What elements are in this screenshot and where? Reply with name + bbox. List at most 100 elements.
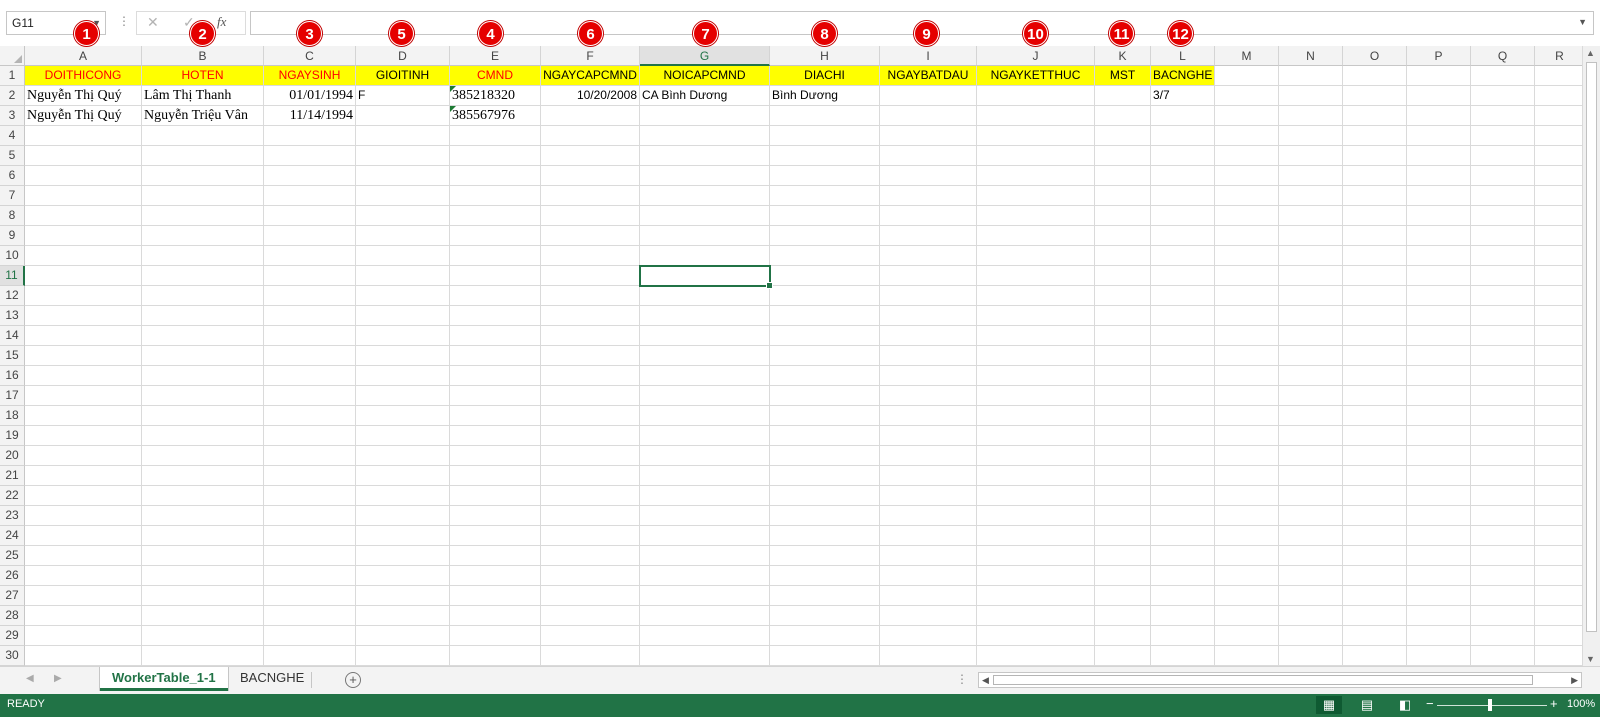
grid-cell[interactable] bbox=[142, 206, 264, 226]
grid-cell[interactable] bbox=[1407, 126, 1471, 146]
grid-cell[interactable] bbox=[640, 526, 770, 546]
grid-cell[interactable] bbox=[1215, 466, 1279, 486]
grid-cell[interactable] bbox=[977, 246, 1095, 266]
grid-cell[interactable] bbox=[640, 646, 770, 666]
grid-cell[interactable] bbox=[1343, 106, 1407, 126]
grid-cell[interactable] bbox=[1471, 426, 1535, 446]
grid-cell[interactable] bbox=[1535, 646, 1582, 666]
grid-cell[interactable] bbox=[1535, 66, 1582, 86]
grid-cell[interactable] bbox=[1151, 126, 1215, 146]
grid-cell[interactable] bbox=[1407, 366, 1471, 386]
grid-cell[interactable] bbox=[450, 406, 541, 426]
grid-cell[interactable] bbox=[25, 566, 142, 586]
grid-cell[interactable] bbox=[1151, 306, 1215, 326]
grid-cell[interactable] bbox=[1407, 486, 1471, 506]
grid-cell[interactable] bbox=[1095, 286, 1151, 306]
grid-cell[interactable] bbox=[1471, 606, 1535, 626]
grid-cell[interactable] bbox=[356, 126, 450, 146]
grid-cell[interactable] bbox=[977, 386, 1095, 406]
grid-cell[interactable] bbox=[1535, 426, 1582, 446]
grid-cell[interactable] bbox=[1095, 606, 1151, 626]
grid-cell[interactable] bbox=[640, 106, 770, 126]
header-cell[interactable]: MST bbox=[1095, 66, 1151, 86]
grid-cell[interactable] bbox=[1471, 446, 1535, 466]
grid-cell[interactable] bbox=[770, 146, 880, 166]
grid-cell[interactable] bbox=[1279, 166, 1343, 186]
grid-cell[interactable] bbox=[880, 106, 977, 126]
grid-cell[interactable] bbox=[880, 606, 977, 626]
grid-cell[interactable] bbox=[1279, 86, 1343, 106]
grid-cell[interactable] bbox=[142, 526, 264, 546]
grid-cell[interactable] bbox=[977, 566, 1095, 586]
grid-cell[interactable] bbox=[450, 426, 541, 446]
grid-cell[interactable] bbox=[1471, 406, 1535, 426]
scroll-right-icon[interactable]: ▶ bbox=[1571, 673, 1578, 687]
zoom-level[interactable]: 100% bbox=[1567, 698, 1595, 710]
grid-cell[interactable] bbox=[1215, 246, 1279, 266]
grid-cell[interactable] bbox=[25, 426, 142, 446]
grid-cell[interactable] bbox=[640, 606, 770, 626]
grid-cell[interactable] bbox=[541, 146, 640, 166]
column-header[interactable]: F bbox=[541, 46, 640, 66]
grid-cell[interactable] bbox=[142, 626, 264, 646]
column-header[interactable]: P bbox=[1407, 46, 1471, 66]
header-cell[interactable]: NOICAPCMND bbox=[640, 66, 770, 86]
grid-cell[interactable] bbox=[1095, 326, 1151, 346]
grid-cell[interactable] bbox=[1407, 266, 1471, 286]
grid-cell[interactable] bbox=[640, 506, 770, 526]
grid-cell[interactable] bbox=[25, 186, 142, 206]
column-header[interactable]: R bbox=[1535, 46, 1582, 66]
tab-next-icon[interactable]: ▶ bbox=[54, 673, 62, 684]
grid-cell[interactable] bbox=[25, 206, 142, 226]
grid-cell[interactable] bbox=[541, 606, 640, 626]
grid-cell[interactable] bbox=[450, 286, 541, 306]
column-header[interactable]: O bbox=[1343, 46, 1407, 66]
grid-cell[interactable] bbox=[25, 226, 142, 246]
grid-cell[interactable] bbox=[1407, 506, 1471, 526]
grid-cell[interactable] bbox=[25, 466, 142, 486]
grid-cell[interactable] bbox=[1407, 646, 1471, 666]
grid-cell[interactable] bbox=[1535, 566, 1582, 586]
grid-cell[interactable] bbox=[356, 546, 450, 566]
column-header[interactable]: A bbox=[25, 46, 142, 66]
grid-cell[interactable] bbox=[1343, 286, 1407, 306]
grid-cell[interactable] bbox=[977, 266, 1095, 286]
fx-icon[interactable]: fx bbox=[217, 14, 226, 30]
grid-cell[interactable] bbox=[1343, 126, 1407, 146]
grid-cell[interactable] bbox=[1407, 606, 1471, 626]
grid-cell[interactable] bbox=[1343, 446, 1407, 466]
grid-cell[interactable] bbox=[356, 226, 450, 246]
grid-cell[interactable] bbox=[25, 126, 142, 146]
grid-cell[interactable] bbox=[640, 546, 770, 566]
grid-cell[interactable] bbox=[1471, 526, 1535, 546]
grid-cell[interactable]: 385567976 bbox=[450, 106, 541, 126]
grid-cell[interactable] bbox=[1407, 546, 1471, 566]
grid-cell[interactable] bbox=[977, 606, 1095, 626]
grid-cell[interactable] bbox=[1215, 406, 1279, 426]
grid-cell[interactable] bbox=[1279, 566, 1343, 586]
grid-cell[interactable] bbox=[1343, 586, 1407, 606]
grid-cell[interactable] bbox=[640, 186, 770, 206]
grid-cell[interactable] bbox=[450, 166, 541, 186]
grid-cell[interactable] bbox=[1151, 106, 1215, 126]
grid-cell[interactable] bbox=[356, 286, 450, 306]
grid-cell[interactable] bbox=[25, 246, 142, 266]
grid-cell[interactable] bbox=[977, 506, 1095, 526]
grid-cell[interactable] bbox=[450, 486, 541, 506]
grid-cell[interactable] bbox=[880, 446, 977, 466]
grid-cell[interactable] bbox=[770, 566, 880, 586]
header-cell[interactable]: NGAYBATDAU bbox=[880, 66, 977, 86]
grid-cell[interactable] bbox=[1535, 186, 1582, 206]
grid-cell[interactable] bbox=[25, 366, 142, 386]
grid-cell[interactable] bbox=[1215, 626, 1279, 646]
column-header[interactable]: D bbox=[356, 46, 450, 66]
grid-cell[interactable] bbox=[264, 246, 356, 266]
grid-cell[interactable] bbox=[770, 526, 880, 546]
grid-cell[interactable] bbox=[880, 326, 977, 346]
grid-cell[interactable] bbox=[880, 426, 977, 446]
grid-cell[interactable] bbox=[977, 626, 1095, 646]
grid-cell[interactable] bbox=[880, 626, 977, 646]
grid-cell[interactable] bbox=[356, 426, 450, 446]
grid-cell[interactable] bbox=[1535, 146, 1582, 166]
grid-cell[interactable] bbox=[1215, 506, 1279, 526]
